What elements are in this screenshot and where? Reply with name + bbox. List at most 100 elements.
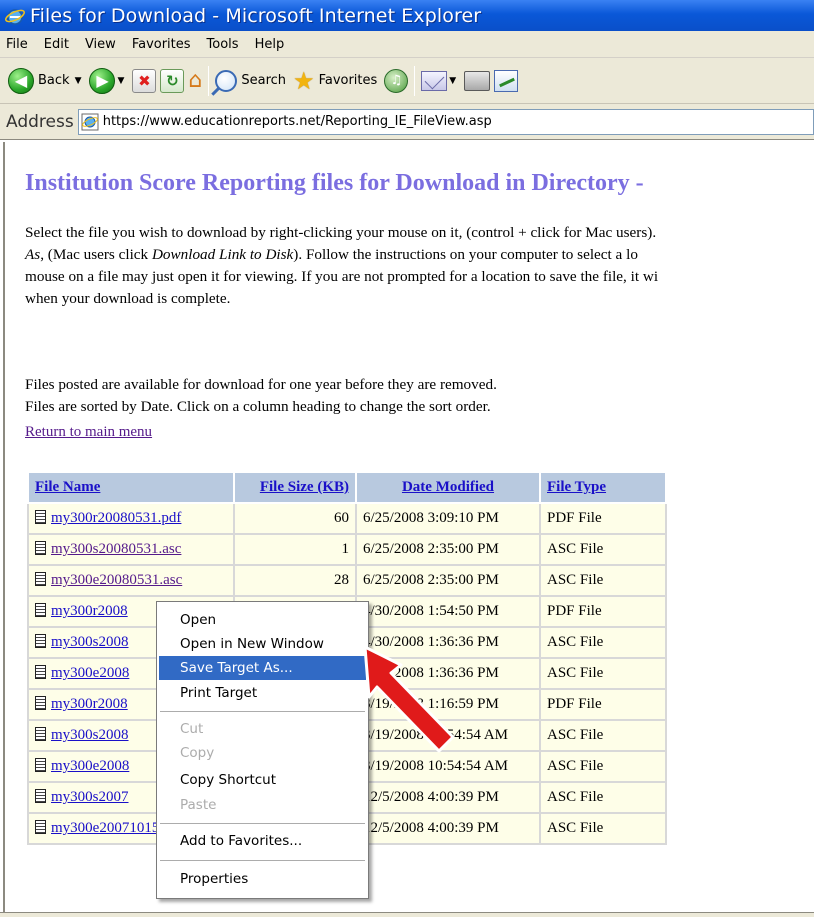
file-type-cell: ASC File [539,812,667,845]
date-modified-cell: 3/19/2008 10:54:54 AM [355,750,541,783]
address-label: Address [6,111,74,132]
document-icon [35,510,46,524]
file-link[interactable]: my300r20080531.pdf [51,510,181,526]
title-bar: Files for Download - Microsoft Internet … [0,0,814,31]
instructions-line-2-mid: , (Mac users click [40,246,152,263]
date-modified-cell: 6/25/2008 3:09:10 PM [355,502,541,535]
file-link[interactable]: my300s2008 [51,727,129,743]
file-link[interactable]: my300r2008 [51,696,128,712]
address-bar: Address https://www.educationreports.net… [0,104,814,140]
internet-explorer-icon [5,8,25,25]
file-name-cell: my300r20080531.pdf [27,502,235,535]
file-link[interactable]: my300e2008 [51,665,129,681]
context-menu-item-open-in-new-window[interactable]: Open in New Window [159,632,366,656]
availability-note: Files posted are available for download … [25,376,497,393]
mail-dropdown-icon[interactable]: ▼ [449,76,456,86]
address-url: https://www.educationreports.net/Reporti… [102,114,492,129]
media-icon: ♫ [384,68,409,93]
column-header-date-modified[interactable]: Date Modified [355,471,541,504]
favorites-button[interactable]: ★ Favorites [291,63,382,99]
document-icon [35,696,46,710]
file-type-cell: ASC File [539,719,667,752]
column-header-file-name[interactable]: File Name [27,471,235,504]
page-content: Institution Score Reporting files for Do… [3,142,814,917]
file-type-cell: PDF File [539,688,667,721]
instructions-paragraph: Select the file you wish to download by … [25,222,658,310]
toolbar-separator [414,65,416,96]
search-button[interactable]: Search [213,63,291,99]
menu-bar: File Edit View Favorites Tools Help [0,31,814,58]
menu-tools[interactable]: Tools [199,37,247,52]
context-menu-item-open[interactable]: Open [159,608,366,632]
instructions-download-link: Download Link to Disk [151,246,294,263]
refresh-icon: ↻ [160,68,185,93]
context-menu: Open Open in New Window Save Target As... P… [156,601,369,899]
status-bar [0,912,814,917]
file-type-cell: ASC File [539,564,667,597]
context-menu-item-print-target[interactable]: Print Target [159,681,366,705]
toolbar-separator [208,65,210,96]
table-header-row: File Name File Size (KB) Date Modified F… [27,471,667,504]
document-icon [35,572,46,586]
media-button[interactable]: ♫ [382,63,410,99]
file-link[interactable]: my300s20080531.asc [51,541,181,557]
file-type-cell: ASC File [539,657,667,690]
favorites-label: Favorites [318,73,378,88]
home-icon: ⌂ [188,68,203,93]
print-button[interactable] [462,63,492,99]
menu-view[interactable]: View [77,37,124,52]
file-link[interactable]: my300s2007 [51,789,129,805]
context-menu-item-paste: Paste [180,797,217,813]
document-icon [35,758,46,772]
date-modified-cell: 12/5/2008 4:00:39 PM [355,812,541,845]
edit-button[interactable] [492,63,520,99]
file-link[interactable]: my300e2008 [51,758,129,774]
table-row: my300r20080531.pdf 60 6/25/2008 3:09:10 PM… [27,502,667,535]
file-size-cell: 28 [233,564,357,597]
context-menu-item-copy-shortcut[interactable]: Copy Shortcut [159,768,366,792]
menu-help[interactable]: Help [247,37,293,52]
document-icon [35,541,46,555]
forward-icon: ▶ [89,67,116,94]
menu-favorites[interactable]: Favorites [124,37,199,52]
back-label: Back [38,73,70,88]
sort-note: Files are sorted by Date. Click on a col… [25,398,491,415]
document-icon [35,789,46,803]
forward-button[interactable]: ▶ ▼ [87,63,130,99]
back-icon: ◀ [8,67,34,94]
edit-icon [494,69,519,92]
column-header-file-type[interactable]: File Type [539,471,667,504]
file-size-cell: 60 [233,502,357,535]
date-modified-cell: 12/5/2008 4:00:39 PM [355,781,541,814]
back-button[interactable]: ◀ Back ▼ [6,63,87,99]
forward-dropdown-icon[interactable]: ▼ [117,76,124,86]
search-icon [215,69,238,92]
instructions-save-as: As [25,246,41,263]
mail-button[interactable]: ▼ [419,63,462,99]
context-menu-item-add-to-favorites[interactable]: Add to Favorites... [159,829,366,853]
menu-file[interactable]: File [0,37,36,52]
context-menu-item-save-target-as[interactable]: Save Target As... [159,656,366,680]
file-type-cell: PDF File [539,595,667,628]
file-link[interactable]: my300s2008 [51,634,129,650]
favorites-star-icon: ★ [293,66,315,95]
return-to-main-menu-link[interactable]: Return to main menu [25,424,152,441]
stop-button[interactable]: ✖ [130,63,158,99]
file-name-cell: my300e20080531.asc [27,564,235,597]
home-button[interactable]: ⌂ [186,63,204,99]
instructions-line-2-end: ). Follow the instructions on your compu… [293,246,638,263]
page-heading: Institution Score Reporting files for Do… [25,170,644,196]
menu-edit[interactable]: Edit [36,37,77,52]
instructions-line-1: Select the file you wish to download by … [25,224,657,241]
context-menu-item-properties[interactable]: Properties [159,867,366,891]
column-header-file-size[interactable]: File Size (KB) [233,471,357,504]
context-menu-separator [160,823,365,824]
file-type-cell: ASC File [539,626,667,659]
back-dropdown-icon[interactable]: ▼ [75,76,82,86]
file-link[interactable]: my300r2008 [51,603,128,619]
standard-toolbar: ◀ Back ▼ ▶ ▼ ✖ ↻ ⌂ Search ★ Favorites ♫ … [0,58,814,104]
document-icon [35,665,46,679]
file-link[interactable]: my300e20080531.asc [51,572,182,588]
address-input[interactable]: https://www.educationreports.net/Reporti… [77,108,814,135]
refresh-button[interactable]: ↻ [158,63,186,99]
